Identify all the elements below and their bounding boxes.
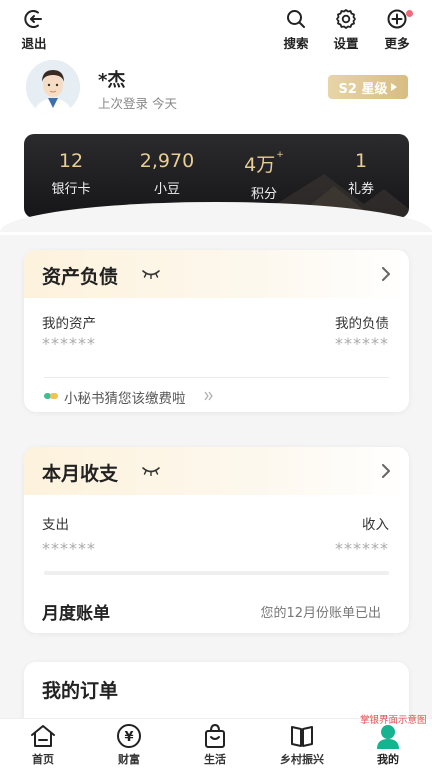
top-toolbar: 退出 搜索 设置 更多 [0, 8, 432, 52]
exit-button[interactable]: 退出 [14, 8, 54, 52]
my-assets-label: 我的资产 [42, 316, 96, 332]
notification-dot [406, 10, 413, 17]
stat-points[interactable]: 4万+ 积分 [219, 150, 309, 202]
monthly-card-header[interactable]: 本月收支 [24, 447, 409, 495]
monthly-bill-title[interactable]: 月度账单 [42, 599, 110, 624]
progress-track [44, 571, 389, 575]
user-name: *杰 [98, 70, 126, 91]
level-badge-label: S2 星级 [338, 81, 388, 97]
assets-masked-value: ****** [42, 334, 96, 353]
nav-label: 首页 [32, 753, 54, 766]
stat-beans[interactable]: 2,970 小豆 [122, 150, 212, 197]
settings-label: 设置 [333, 36, 359, 51]
svg-text:¥: ¥ [124, 730, 133, 745]
nav-label: 生活 [204, 753, 226, 766]
stat-sup: + [276, 150, 284, 160]
assets-card: 资产负债 我的资产 我的负债 ****** ****** 小秘书猜您该缴费啦 [24, 250, 409, 412]
chevron-right-icon[interactable] [381, 267, 391, 281]
nav-item-life[interactable]: 生活 [185, 723, 245, 767]
eye-closed-icon[interactable] [142, 466, 160, 476]
nav-label: 乡村振兴 [280, 753, 324, 766]
stat-label: 礼券 [347, 182, 374, 197]
stat-value: 4万 [244, 154, 276, 176]
shopping-bag-icon [205, 723, 225, 748]
nav-label: 我的 [377, 753, 399, 766]
yen-coin-icon: ¥ [117, 724, 141, 748]
home-icon [31, 725, 55, 747]
monthly-title: 本月收支 [42, 463, 119, 485]
stat-bank-cards[interactable]: 12 银行卡 [26, 150, 116, 197]
eye-closed-icon[interactable] [142, 269, 160, 279]
stat-value: 2,970 [139, 150, 195, 172]
gear-icon [336, 9, 356, 29]
more-button[interactable]: 更多 [377, 8, 417, 52]
book-icon [291, 726, 313, 747]
monthly-bill-note[interactable]: 您的12月份账单已出 [260, 602, 381, 621]
nav-item-mine[interactable]: 我的 [358, 723, 418, 767]
avatar[interactable] [26, 60, 80, 114]
plus-circle-icon [387, 9, 407, 29]
assets-card-header[interactable]: 资产负债 [24, 250, 409, 298]
search-button[interactable]: 搜索 [276, 8, 316, 52]
search-icon [287, 10, 305, 28]
nav-item-home[interactable]: 首页 [13, 723, 73, 767]
orders-title[interactable]: 我的订单 [42, 676, 118, 703]
stat-value-wrap: 4万+ [219, 150, 309, 177]
exit-label: 退出 [21, 36, 47, 51]
exit-icon [24, 10, 42, 28]
double-chevron-right-icon [204, 391, 213, 401]
more-label: 更多 [384, 36, 410, 51]
nav-item-rural[interactable]: 乡村振兴 [272, 723, 332, 767]
user-icon [377, 725, 399, 749]
income-masked-value: ****** [335, 539, 389, 558]
assistant-dots-icon [44, 393, 58, 399]
stat-label: 银行卡 [51, 182, 91, 197]
caret-right-icon [391, 83, 398, 91]
stat-label: 小豆 [153, 182, 180, 197]
income-label: 收入 [362, 517, 389, 533]
search-label: 搜索 [283, 36, 309, 51]
settings-button[interactable]: 设置 [326, 8, 366, 52]
stat-coupons[interactable]: 1 礼券 [316, 150, 406, 197]
nav-label: 财富 [118, 753, 140, 766]
stat-value: 12 [58, 150, 84, 172]
expense-label: 支出 [42, 517, 69, 533]
last-login-text: 上次登录 今天 [98, 96, 177, 111]
chevron-right-icon[interactable] [381, 464, 391, 478]
assets-title: 资产负债 [42, 266, 119, 288]
nav-item-wealth[interactable]: ¥ 财富 [99, 723, 159, 767]
assistant-tip[interactable]: 小秘书猜您该缴费啦 [64, 387, 186, 407]
stat-value: 1 [354, 150, 368, 172]
watermark: 掌银界面示意图 [360, 715, 427, 726]
expense-masked-value: ****** [42, 539, 96, 558]
level-badge[interactable]: S2 星级 [328, 75, 408, 99]
stat-label: 积分 [250, 187, 277, 202]
my-liabilities-label: 我的负债 [335, 316, 389, 332]
monthly-card: 本月收支 支出 收入 ****** ****** 月度账单 您的12月份账单已出 [24, 447, 409, 633]
liabilities-masked-value: ****** [335, 334, 389, 353]
avatar-illustration-icon [26, 60, 80, 114]
divider [44, 377, 389, 378]
